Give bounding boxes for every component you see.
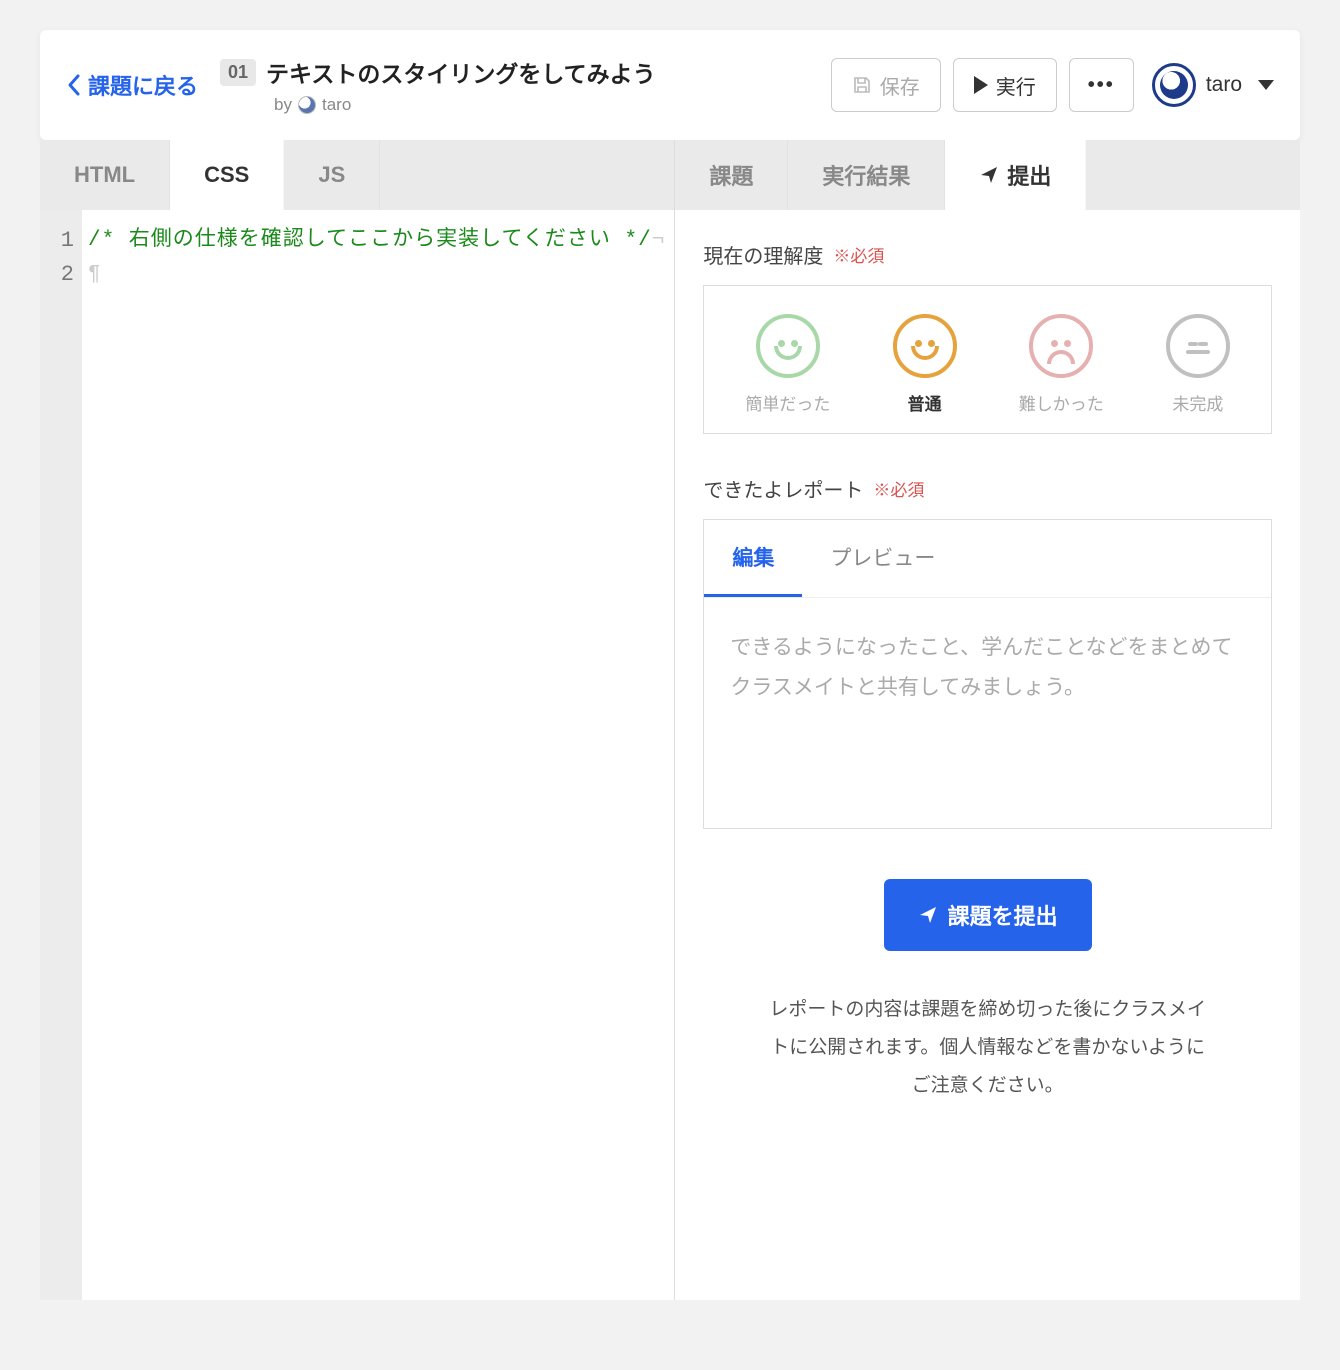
rating-label: 難しかった	[1019, 390, 1104, 415]
ellipsis-icon: •••	[1088, 74, 1115, 97]
tab-submit-label: 提出	[1007, 159, 1051, 191]
app-header: 課題に戻る 01 テキストのスタイリングをしてみよう by taro 保存 実行…	[40, 30, 1300, 140]
report-box: 編集 プレビュー できるようになったこと、学んだことなどをまとめてクラスメイトと…	[703, 519, 1272, 829]
line-number: 1	[40, 224, 74, 258]
paper-plane-icon	[918, 905, 938, 925]
tab-submit[interactable]: 提出	[945, 140, 1086, 210]
report-placeholder: できるようになったこと、学んだことなどをまとめてクラスメイトと共有してみましょう…	[730, 628, 1245, 708]
author-avatar-icon	[298, 96, 316, 114]
code-editor[interactable]: 1 2 /* 右側の仕様を確認してここから実装してください */¬ ¶	[40, 210, 674, 1300]
face-neutral-icon	[893, 314, 957, 378]
user-menu[interactable]: taro	[1152, 63, 1274, 107]
back-link[interactable]: 課題に戻る	[66, 69, 198, 101]
face-blank-icon	[1166, 314, 1230, 378]
chevron-down-icon	[1258, 80, 1274, 90]
info-pane: 課題 実行結果 提出 現在の理解度 ※必須 簡単だった 普通	[674, 140, 1300, 1300]
submit-panel: 現在の理解度 ※必須 簡単だった 普通 難しかった 未完成	[675, 210, 1300, 1300]
code-line: /* 右側の仕様を確認してここから実装してください */	[88, 229, 652, 252]
rating-incomplete[interactable]: 未完成	[1166, 314, 1230, 415]
save-label: 保存	[880, 71, 920, 100]
submit-notice: レポートの内容は課題を締め切った後にクラスメイトに公開されます。個人情報などを書…	[703, 981, 1272, 1135]
run-label: 実行	[996, 71, 1036, 100]
tab-task[interactable]: 課題	[675, 140, 788, 210]
editor-pane: HTML CSS JS 1 2 /* 右側の仕様を確認してここから実装してくださ…	[40, 140, 674, 1300]
page-title: テキストのスタイリングをしてみよう	[266, 55, 656, 89]
rating-label: 簡単だった	[745, 390, 830, 415]
line-end-marker: ¬	[652, 229, 665, 252]
tab-css[interactable]: CSS	[170, 140, 284, 210]
chevron-left-icon	[66, 73, 82, 97]
submit-label: 課題を提出	[948, 899, 1058, 931]
save-icon	[852, 75, 872, 95]
back-label: 課題に戻る	[88, 69, 198, 101]
play-icon	[974, 76, 988, 94]
rating-normal[interactable]: 普通	[893, 314, 957, 415]
line-number: 2	[40, 258, 74, 292]
line-gutter: 1 2	[40, 210, 82, 1300]
run-button[interactable]: 実行	[953, 58, 1057, 112]
required-mark: ※必須	[873, 476, 924, 501]
save-button[interactable]: 保存	[831, 58, 941, 112]
rating-title: 現在の理解度	[703, 240, 823, 269]
right-tabs: 課題 実行結果 提出	[675, 140, 1300, 210]
tab-html[interactable]: HTML	[40, 140, 170, 210]
report-textarea[interactable]: できるようになったこと、学んだことなどをまとめてクラスメイトと共有してみましょう…	[704, 598, 1271, 828]
by-prefix: by	[274, 95, 292, 115]
tab-js[interactable]: JS	[284, 140, 380, 210]
pilcrow-icon: ¶	[88, 263, 101, 286]
user-name: taro	[1206, 73, 1242, 97]
rating-label: 普通	[908, 390, 942, 415]
tab-result[interactable]: 実行結果	[788, 140, 945, 210]
more-button[interactable]: •••	[1069, 58, 1134, 112]
author-name: taro	[322, 95, 351, 115]
rating-label: 未完成	[1172, 390, 1223, 415]
rating-hard[interactable]: 難しかった	[1019, 314, 1104, 415]
face-sad-icon	[1029, 314, 1093, 378]
report-title: できたよレポート	[703, 474, 863, 503]
lesson-number-badge: 01	[220, 59, 256, 86]
report-tab-edit[interactable]: 編集	[704, 520, 802, 597]
report-section-label: できたよレポート ※必須	[703, 474, 1272, 503]
workspace: HTML CSS JS 1 2 /* 右側の仕様を確認してここから実装してくださ…	[40, 140, 1300, 1300]
rating-easy[interactable]: 簡単だった	[745, 314, 830, 415]
face-happy-icon	[756, 314, 820, 378]
paper-plane-icon	[979, 165, 999, 185]
report-tabs: 編集 プレビュー	[704, 520, 1271, 598]
byline: by taro	[274, 95, 656, 115]
title-block: 01 テキストのスタイリングをしてみよう by taro	[220, 55, 656, 115]
editor-tabs: HTML CSS JS	[40, 140, 674, 210]
submit-button[interactable]: 課題を提出	[884, 879, 1092, 951]
user-avatar-icon	[1152, 63, 1196, 107]
rating-box: 簡単だった 普通 難しかった 未完成	[703, 285, 1272, 434]
rating-section-label: 現在の理解度 ※必須	[703, 240, 1272, 269]
required-mark: ※必須	[833, 242, 884, 267]
code-area[interactable]: /* 右側の仕様を確認してここから実装してください */¬ ¶	[82, 210, 674, 1300]
report-tab-preview[interactable]: プレビュー	[802, 520, 963, 597]
